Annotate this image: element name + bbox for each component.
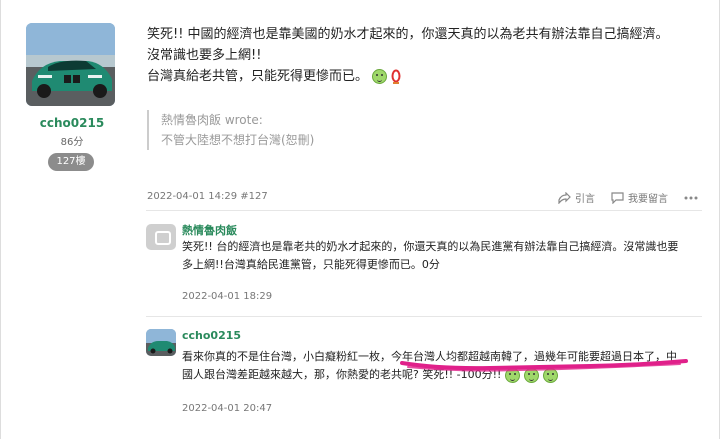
author-points: 86分 xyxy=(60,137,84,148)
post-line-3: 台灣真給老共管，只能死得更慘而已。 xyxy=(147,66,697,87)
author-avatar[interactable] xyxy=(26,23,115,106)
comment-2-name[interactable]: ccho0215 xyxy=(182,329,241,342)
comment-2-line-2: 國人跟台灣差距越來越大，那，你熱愛的老共呢? 笑死!! -100分!! xyxy=(182,366,710,384)
floor-badge: 127樓 xyxy=(48,153,94,171)
comment-1-name[interactable]: 熱情魯肉飯 xyxy=(182,222,237,238)
comment-1-line-1: 笑死!! 台的經濟也是靠老共的奶水才起來的，你還天真的以為民進黨有辦法靠自己搞經… xyxy=(182,240,679,253)
car-photo-icon xyxy=(146,329,176,356)
comment-2-line-1: 看來你真的不是住台灣，小白癡粉紅一枚，今年台灣人均都超越南韓了，過幾年可能要超過… xyxy=(182,350,677,363)
comment-2-line-2-text: 國人跟台灣差距越來越大，那，你熱愛的老共呢? 笑死!! -100分!! xyxy=(182,368,502,381)
comment-2-avatar[interactable] xyxy=(146,329,176,356)
quote-header: 熱情魯肉飯 wrote: xyxy=(161,113,263,127)
comment-1-date: 2022-04-01 18:29 xyxy=(182,291,273,302)
quote-block: 熱情魯肉飯 wrote: 不管大陸想不想打台灣(恕刪) xyxy=(147,110,447,150)
comment-1-text: 笑死!! 台的經濟也是靠老共的奶水才起來的，你還天真的以為民進黨有辦法靠自己搞經… xyxy=(182,238,707,274)
speech-bubble-icon xyxy=(611,191,624,204)
green-face-emoji-icon xyxy=(372,69,388,84)
comment-2-date: 2022-04-01 20:47 xyxy=(182,403,273,414)
more-dots-icon xyxy=(684,196,698,199)
post-meta: 2022-04-01 14:29 #127 xyxy=(147,191,268,202)
green-face-emoji-icon xyxy=(542,367,558,383)
post-actions: 引言 我要留言 xyxy=(558,190,698,205)
author-username[interactable]: ccho0215 xyxy=(32,116,112,130)
comment-avatar-placeholder[interactable] xyxy=(146,224,176,250)
zero-emoji-icon xyxy=(391,69,401,84)
divider xyxy=(146,316,702,317)
share-link-icon xyxy=(558,191,571,204)
post-line-2: 沒常識也要多上網!! xyxy=(147,48,262,63)
car-photo-icon xyxy=(26,23,115,106)
green-face-emoji-icon xyxy=(504,367,520,383)
comment-label: 我要留言 xyxy=(628,194,668,205)
comment-1-line-2: 多上網!!台灣真給民進黨管，只能死得更慘而已。0分 xyxy=(182,258,440,271)
more-button[interactable] xyxy=(684,196,698,200)
post-body: 笑死!! 中國的經濟也是靠美國的奶水才起來的，你還天真的以為老共有辦法靠自己搞經… xyxy=(147,24,697,87)
comment-button[interactable]: 我要留言 xyxy=(611,190,668,205)
green-face-emoji-icon xyxy=(523,367,539,383)
post-line-3-text: 台灣真給老共管，只能死得更慘而已。 xyxy=(147,69,369,84)
cite-button[interactable]: 引言 xyxy=(558,190,595,205)
comment-2-text: 看來你真的不是住台灣，小白癡粉紅一枚，今年台灣人均都超越南韓了，過幾年可能要超過… xyxy=(182,348,710,384)
quote-body: 不管大陸想不想打台灣(恕刪) xyxy=(161,133,315,147)
cite-label: 引言 xyxy=(575,194,595,205)
divider xyxy=(146,210,702,211)
post-line-1: 笑死!! 中國的經濟也是靠美國的奶水才起來的，你還天真的以為老共有辦法靠自己搞經… xyxy=(147,27,669,42)
emoji-group xyxy=(372,69,401,85)
emoji-group xyxy=(504,367,558,383)
